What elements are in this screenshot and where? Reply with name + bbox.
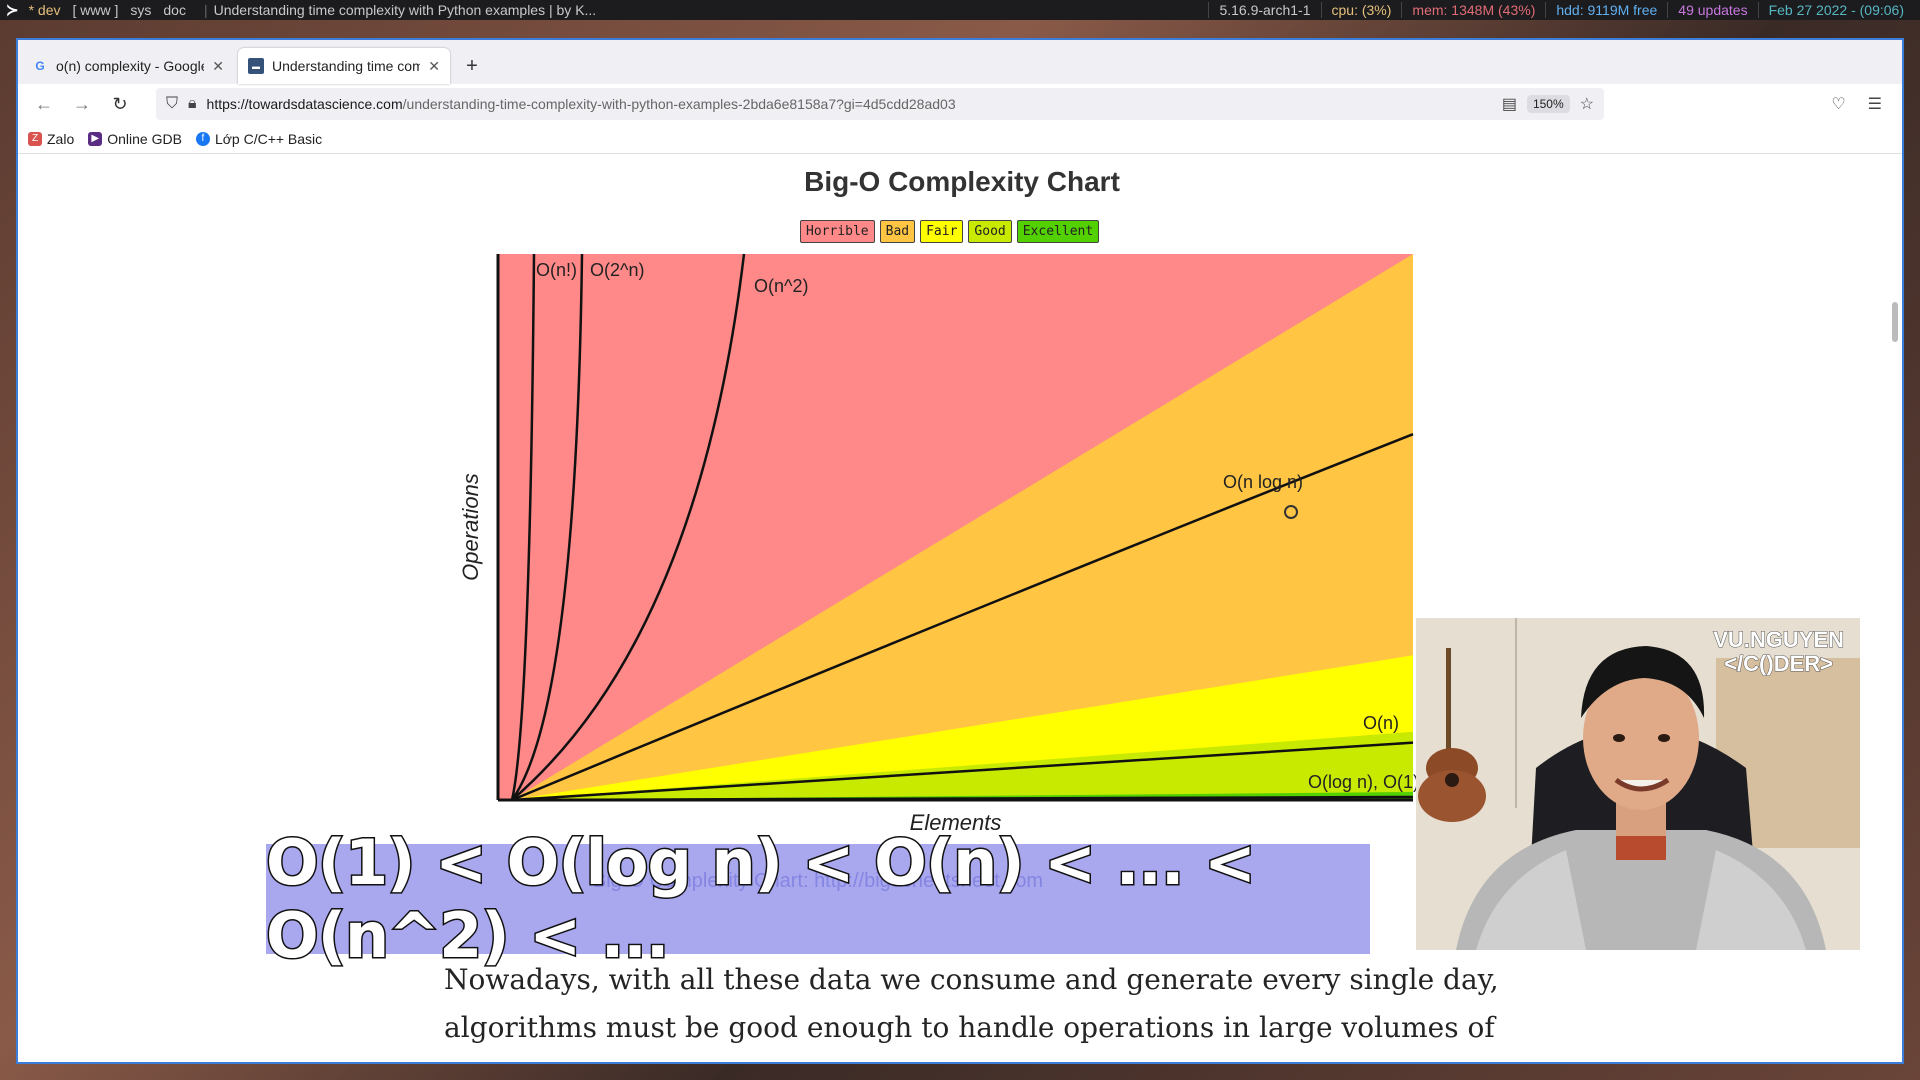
- google-icon: G: [35, 59, 45, 73]
- bookmark-cpp-basic[interactable]: f Lớp C/C++ Basic: [195, 130, 323, 147]
- bookmark-zalo[interactable]: Z Zalo: [28, 131, 74, 147]
- series-label: O(2^n): [590, 260, 644, 280]
- bookmarks-bar: Z Zalo ▶ Online GDB f Lớp C/C++ Basic: [18, 124, 1902, 154]
- series-label: O(log n), O(1): [1308, 772, 1419, 792]
- cpu-usage: cpu: (3%): [1320, 2, 1402, 18]
- tab-label: o(n) complexity - Google: [56, 58, 205, 74]
- updates-count[interactable]: 49 updates: [1667, 2, 1757, 18]
- scrollbar-thumb[interactable]: [1892, 302, 1898, 342]
- tds-icon: ▬: [248, 58, 264, 74]
- memory-usage: mem: 1348M (43%): [1401, 2, 1545, 18]
- system-status-bar: ≻ * dev [ www ] sys doc | Understanding …: [0, 0, 1920, 20]
- tab-google-search[interactable]: G o(n) complexity - Google ✕: [22, 48, 234, 84]
- series-label: O(n!): [536, 260, 577, 280]
- facebook-icon: f: [195, 131, 210, 146]
- series-label: O(n log n): [1223, 472, 1303, 492]
- watermark-line: VU.NGUYEN: [1713, 627, 1845, 652]
- y-axis-label: Operations: [458, 473, 483, 581]
- kernel-version: 5.16.9-arch1-1: [1208, 2, 1320, 18]
- close-tab-icon[interactable]: ✕: [428, 58, 440, 75]
- article-line: algorithms must be good enough to handle…: [444, 1011, 1495, 1044]
- navigation-toolbar: ← → ↻ ⛉ 🔒︎ https://towardsdatascience.co…: [18, 84, 1902, 124]
- wm-logo-icon[interactable]: ≻: [6, 1, 19, 19]
- bookmark-star-icon[interactable]: ☆: [1580, 94, 1594, 114]
- back-button[interactable]: ←: [28, 88, 60, 120]
- status-widgets: 5.16.9-arch1-1 cpu: (3%) mem: 1348M (43%…: [1208, 2, 1914, 18]
- bookmark-label: Zalo: [47, 130, 75, 147]
- webcam-overlay: VU.NGUYEN </C()DER>: [1416, 618, 1860, 950]
- workspace-dev[interactable]: * dev: [29, 2, 61, 18]
- new-tab-button[interactable]: +: [454, 48, 490, 84]
- workspace-sys[interactable]: sys: [130, 2, 151, 18]
- lock-icon[interactable]: 🔒︎: [188, 95, 197, 113]
- tab-article[interactable]: ▬ Understanding time comp ✕: [238, 48, 450, 84]
- tab-bar: G o(n) complexity - Google ✕ ▬ Understan…: [18, 40, 1902, 84]
- channel-watermark: VU.NGUYEN </C()DER>: [1713, 627, 1845, 676]
- forward-button[interactable]: →: [66, 88, 98, 120]
- video-caption-overlay: Big-O Complexity Chart: http://bigocheat…: [265, 825, 1370, 974]
- url-path: /understanding-time-complexity-with-pyth…: [402, 96, 956, 112]
- series-label: O(n): [1363, 713, 1399, 733]
- reader-view-icon[interactable]: ▤: [1502, 94, 1517, 114]
- divider: |: [203, 2, 208, 18]
- zoom-level-button[interactable]: 150%: [1526, 95, 1570, 113]
- zalo-icon: Z: [28, 131, 42, 146]
- shield-icon[interactable]: ⛉: [166, 95, 178, 113]
- gdb-icon: ▶: [88, 131, 103, 146]
- caption-text: O(1) < O(log n) < O(n) < ... < O(n^2) < …: [265, 825, 1258, 974]
- clock: Feb 27 2022 - (09:06): [1757, 2, 1914, 18]
- active-window-title: Understanding time complexity with Pytho…: [213, 2, 597, 18]
- bookmark-label: Lớp C/C++ Basic: [214, 130, 323, 147]
- url-domain: https://towardsdatascience.com: [206, 96, 403, 112]
- series-label: O(n^2): [754, 276, 808, 296]
- watermark-line: </C()DER>: [1724, 651, 1834, 676]
- close-tab-icon[interactable]: ✕: [212, 58, 224, 75]
- bookmark-label: Online GDB: [107, 130, 182, 147]
- url-text[interactable]: https://towardsdatascience.com/understan…: [207, 96, 1492, 112]
- workspace-doc[interactable]: doc: [163, 2, 186, 18]
- menu-icon[interactable]: ☰: [1868, 94, 1882, 114]
- pocket-icon[interactable]: ♡: [1831, 94, 1845, 114]
- disk-usage: hdd: 9119M free: [1545, 2, 1667, 18]
- bookmark-online-gdb[interactable]: ▶ Online GDB: [88, 131, 182, 147]
- toolbar-right: ♡ ☰: [1831, 94, 1892, 114]
- tab-label: Understanding time comp: [272, 58, 421, 74]
- reload-button[interactable]: ↻: [104, 88, 136, 120]
- address-bar[interactable]: ⛉ 🔒︎ https://towardsdatascience.com/unde…: [156, 88, 1604, 120]
- workspace-www[interactable]: [ www ]: [73, 2, 119, 18]
